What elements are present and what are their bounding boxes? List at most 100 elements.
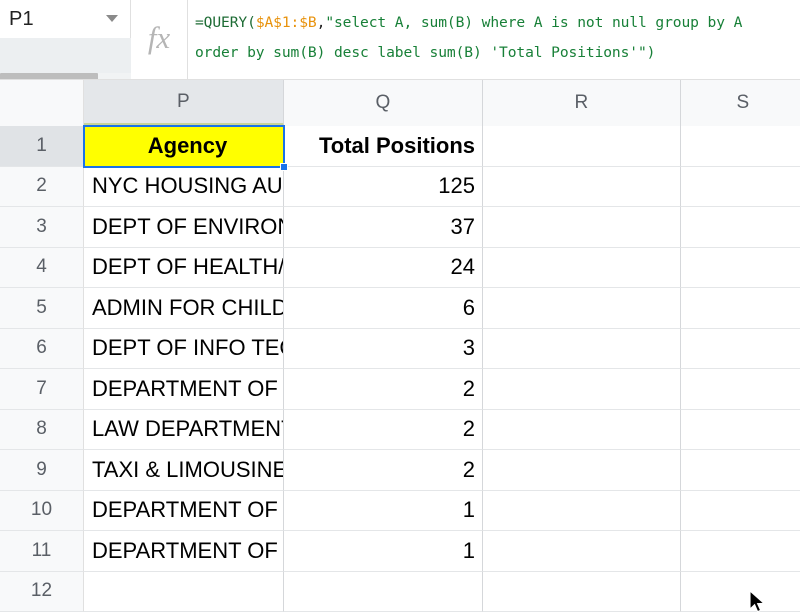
row-header-3[interactable]: 3 <box>0 207 84 248</box>
row-header-12[interactable]: 12 <box>0 571 84 612</box>
cell-q9[interactable]: 2 <box>284 450 483 491</box>
column-header-q[interactable]: Q <box>284 80 483 126</box>
name-box[interactable]: P1 <box>0 0 131 38</box>
cell-text: ADMIN FOR CHILDREN'S SVCS <box>92 294 284 320</box>
row-header-7[interactable]: 7 <box>0 369 84 410</box>
cell-r12[interactable] <box>483 571 681 612</box>
cell-q5[interactable]: 6 <box>284 288 483 329</box>
row-header-label: 11 <box>31 539 52 561</box>
cell-q2[interactable]: 125 <box>284 166 483 207</box>
row-header-label: 7 <box>36 377 47 399</box>
cell-s11[interactable] <box>681 531 800 572</box>
cell-text: DEPARTMENT OF BUSINESS SERV. <box>92 497 283 523</box>
cell-q3[interactable]: 37 <box>284 207 483 248</box>
function-button[interactable]: fx <box>131 0 188 80</box>
cell-text: LAW DEPARTMENT <box>92 416 284 442</box>
cell-r4[interactable] <box>483 247 681 288</box>
cell-s6[interactable] <box>681 328 800 369</box>
cell-r8[interactable] <box>483 409 681 450</box>
column-header-label: P <box>177 90 190 112</box>
cell-p12[interactable] <box>84 571 284 612</box>
formula-segment-0: order by sum(B) desc label sum(B) 'Total… <box>195 44 656 61</box>
row-header-label: 2 <box>36 175 47 197</box>
cell-text: 2 <box>462 375 475 401</box>
column-header-label: Q <box>375 92 391 113</box>
row-header-label: 3 <box>36 215 47 237</box>
cell-text: DEPARTMENT OF CORRECTION <box>92 375 283 401</box>
cell-s12[interactable] <box>681 571 800 612</box>
cell-s8[interactable] <box>681 409 800 450</box>
select-all-corner[interactable] <box>0 80 84 126</box>
cell-text: 125 <box>438 173 475 199</box>
cell-p2[interactable]: NYC HOUSING AUTHORITY <box>84 166 284 207</box>
cell-p5[interactable]: ADMIN FOR CHILDREN'S SVCS <box>84 288 284 329</box>
cell-s2[interactable] <box>681 166 800 207</box>
row-header-label: 12 <box>30 580 53 602</box>
cell-p11[interactable]: DEPARTMENT OF TRANSPORTATION <box>84 531 284 572</box>
cell-r6[interactable] <box>483 328 681 369</box>
row-header-4[interactable]: 4 <box>0 247 84 288</box>
cell-text: DEPT OF INFO TECH & TELECOMM <box>92 335 283 361</box>
cell-r5[interactable] <box>483 288 681 329</box>
cell-p10[interactable]: DEPARTMENT OF BUSINESS SERV. <box>84 490 284 531</box>
cell-s1[interactable] <box>681 126 800 167</box>
cell-text: 2 <box>462 456 475 482</box>
cell-s9[interactable] <box>681 450 800 491</box>
cell-r2[interactable] <box>483 166 681 207</box>
cell-p8[interactable]: LAW DEPARTMENT <box>84 409 284 450</box>
row-header-8[interactable]: 8 <box>0 409 84 450</box>
cell-p1[interactable]: Agency <box>84 126 284 167</box>
column-header-label: S <box>736 92 750 113</box>
cell-q10[interactable]: 1 <box>284 490 483 531</box>
cell-q8[interactable]: 2 <box>284 409 483 450</box>
cell-q7[interactable]: 2 <box>284 369 483 410</box>
row-header-11[interactable]: 11 <box>0 531 84 572</box>
name-box-value: P1 <box>9 8 34 30</box>
cell-s10[interactable] <box>681 490 800 531</box>
column-header-label: R <box>574 92 589 113</box>
formula-input[interactable]: =QUERY($A$1:$B,"select A, sum(B) where A… <box>188 0 800 80</box>
cell-text: 1 <box>462 497 475 523</box>
row-header-1[interactable]: 1 <box>0 126 84 167</box>
cell-q4[interactable]: 24 <box>284 247 483 288</box>
cell-r7[interactable] <box>483 369 681 410</box>
cell-r9[interactable] <box>483 450 681 491</box>
cell-text: 2 <box>462 416 475 442</box>
cell-r10[interactable] <box>483 490 681 531</box>
cell-s7[interactable] <box>681 369 800 410</box>
cell-q12[interactable] <box>284 571 483 612</box>
chevron-down-icon[interactable] <box>106 15 118 22</box>
cell-p6[interactable]: DEPT OF INFO TECH & TELECOMM <box>84 328 284 369</box>
cell-p7[interactable]: DEPARTMENT OF CORRECTION <box>84 369 284 410</box>
row-header-2[interactable]: 2 <box>0 166 84 207</box>
row-header-5[interactable]: 5 <box>0 288 84 329</box>
row-header-9[interactable]: 9 <box>0 450 84 491</box>
cell-q6[interactable]: 3 <box>284 328 483 369</box>
cell-r11[interactable] <box>483 531 681 572</box>
cell-text: Total Positions <box>318 132 475 158</box>
fill-handle[interactable] <box>280 162 288 171</box>
name-box-underfill <box>0 38 131 73</box>
column-header-p[interactable]: P <box>84 80 284 126</box>
cell-q11[interactable]: 1 <box>284 531 483 572</box>
row-header-6[interactable]: 6 <box>0 328 84 369</box>
cell-text: NYC HOUSING AUTHORITY <box>92 173 283 199</box>
cell-r1[interactable] <box>483 126 681 167</box>
row-header-label: 8 <box>36 418 47 440</box>
cell-s5[interactable] <box>681 288 800 329</box>
cell-r3[interactable] <box>483 207 681 248</box>
formula-toolbar: P1 fx =QUERY($A$1:$B,"select A, sum(B) w… <box>0 0 800 80</box>
cell-q1[interactable]: Total Positions <box>284 126 483 167</box>
cell-text: Agency <box>147 132 228 158</box>
cell-s3[interactable] <box>681 207 800 248</box>
column-header-s[interactable]: S <box>681 80 800 126</box>
row-header-10[interactable]: 10 <box>0 490 84 531</box>
formula-segment-0: =QUERY( <box>195 14 256 31</box>
cell-p9[interactable]: TAXI & LIMOUSINE COMMISSION <box>84 450 284 491</box>
cell-p3[interactable]: DEPT OF ENVIRONMENT PROTECTION <box>84 207 284 248</box>
cell-p4[interactable]: DEPT OF HEALTH/MENTAL HYGIENE <box>84 247 284 288</box>
cell-text: 1 <box>462 537 475 563</box>
column-header-r[interactable]: R <box>483 80 681 126</box>
cell-s4[interactable] <box>681 247 800 288</box>
spreadsheet-grid[interactable]: PQRS 1 2 3 4 5 6 7 8 9 10 11 12 Agency Total Positio… <box>0 80 800 613</box>
